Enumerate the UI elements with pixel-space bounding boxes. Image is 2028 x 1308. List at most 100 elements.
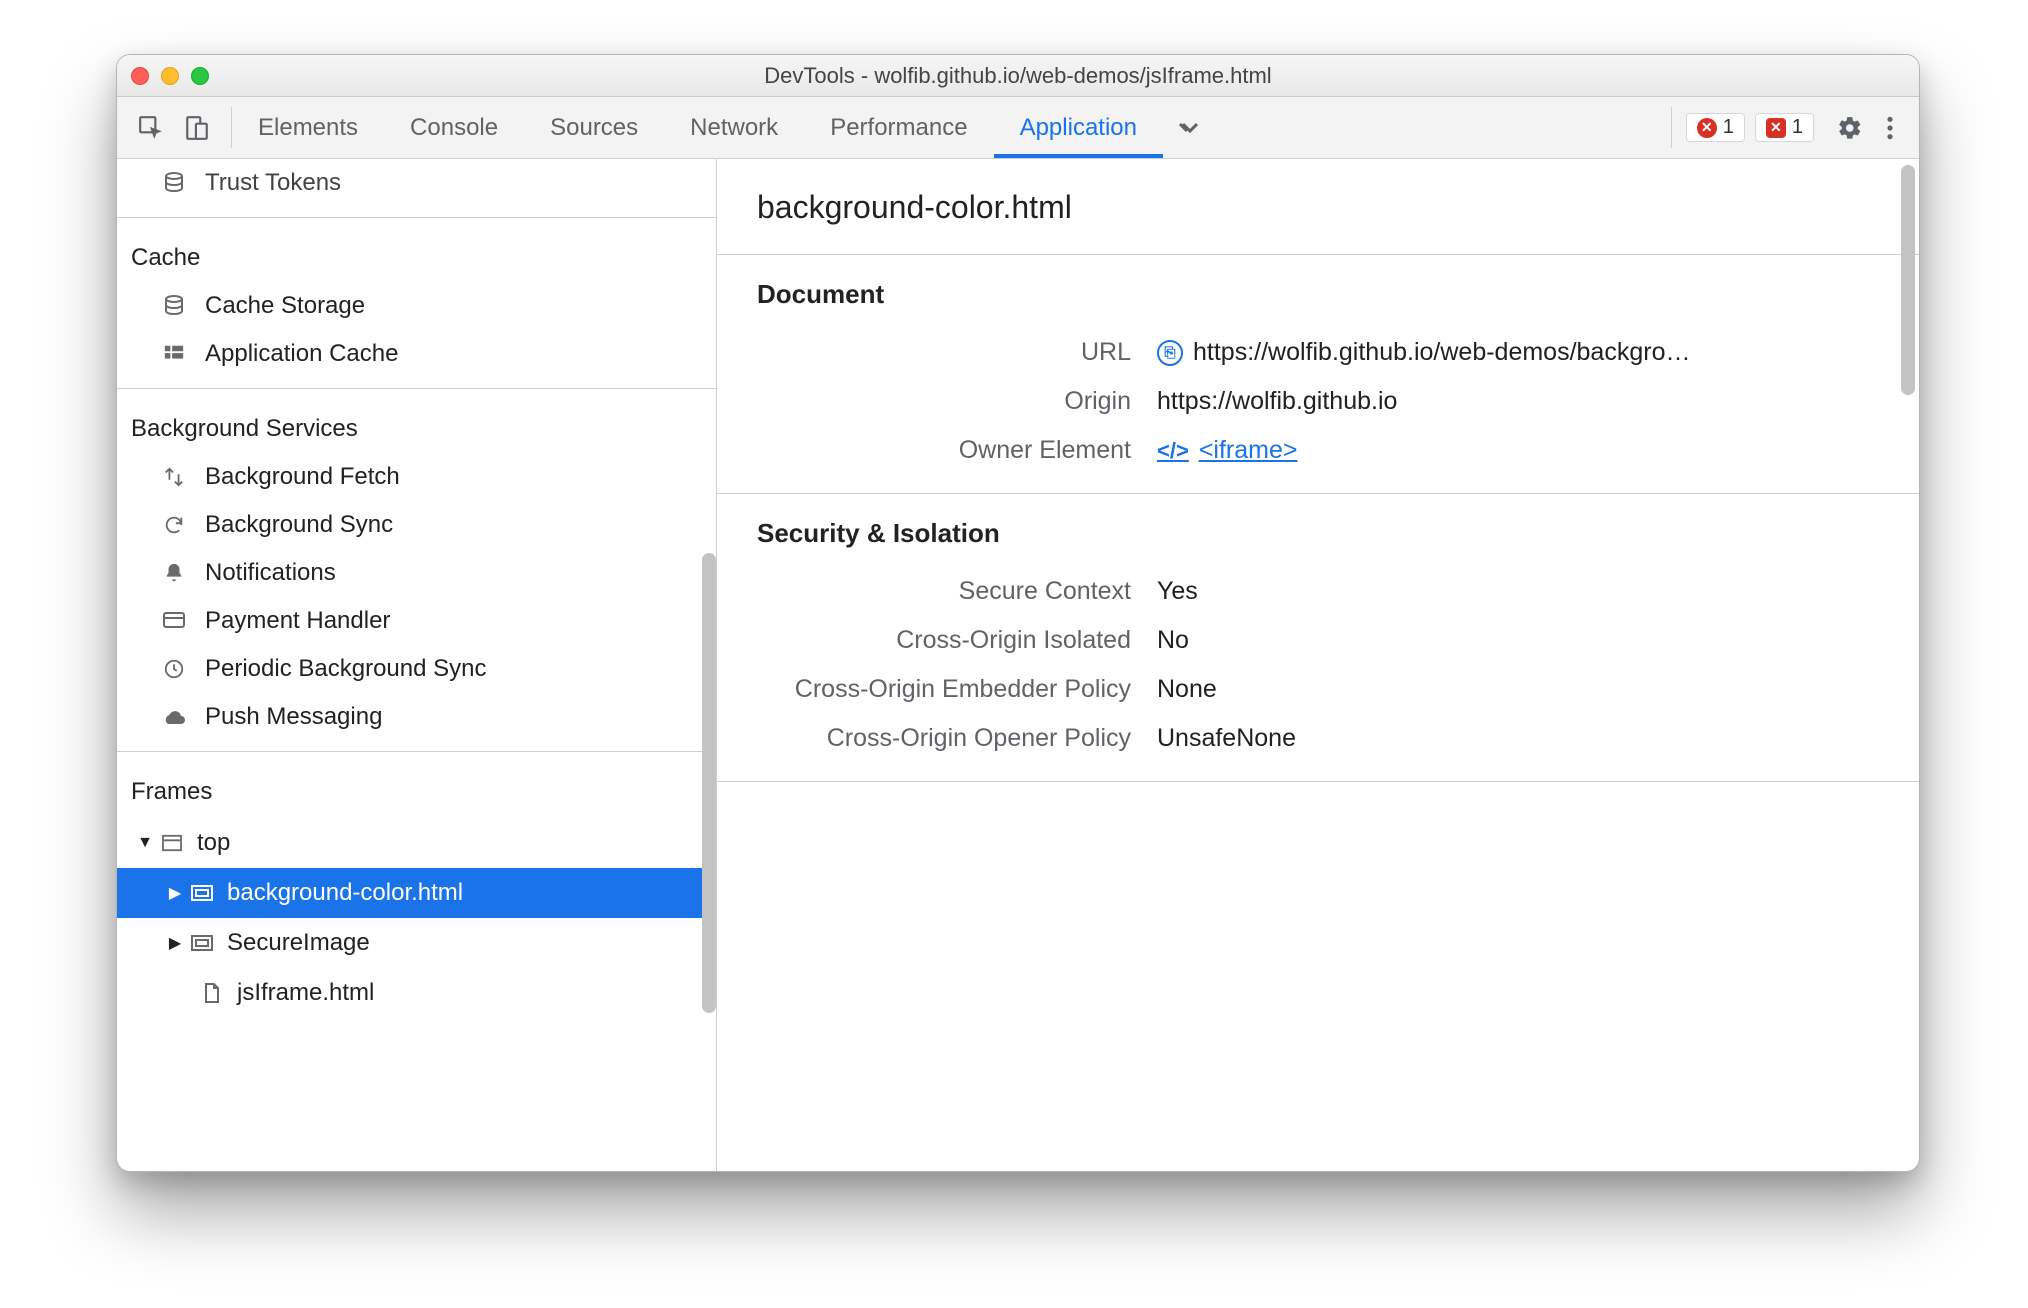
database-icon — [157, 171, 191, 195]
link-pill-icon[interactable]: ⎘ — [1157, 340, 1183, 366]
sidebar-item-trust-tokens[interactable]: Trust Tokens — [117, 159, 716, 207]
row-coop: Cross-Origin Opener Policy UnsafeNone — [717, 714, 1919, 763]
frame-tree-background-color[interactable]: ▶ background-color.html — [117, 868, 716, 918]
frames-tree: ▼ top ▶ background-colo — [117, 816, 716, 1018]
label-coop: Cross-Origin Opener Policy — [717, 724, 1157, 753]
row-owner-element: Owner Element </> <iframe> — [717, 426, 1919, 475]
row-secure-context: Secure Context Yes — [717, 567, 1919, 616]
sidebar-item-label: Payment Handler — [205, 607, 390, 635]
label-url: URL — [717, 338, 1157, 367]
device-toggle-icon[interactable] — [183, 114, 211, 142]
section-document: Document — [717, 255, 1919, 328]
titlebar: DevTools - wolfib.github.io/web-demos/js… — [117, 55, 1919, 97]
sidebar-item-label: Trust Tokens — [205, 169, 341, 197]
file-icon — [197, 982, 227, 1004]
embed-icon — [187, 884, 217, 902]
devtools-window: DevTools - wolfib.github.io/web-demos/js… — [116, 54, 1920, 1172]
close-window-icon[interactable] — [131, 67, 149, 85]
clock-icon — [157, 658, 191, 680]
error-count: 1 — [1723, 116, 1734, 139]
label-secure-context: Secure Context — [717, 577, 1157, 606]
fetch-icon — [157, 466, 191, 488]
label-cross-origin-isolated: Cross-Origin Isolated — [717, 626, 1157, 655]
frame-label: jsIframe.html — [237, 979, 374, 1007]
issue-count-badge[interactable]: ✕ 1 — [1755, 113, 1814, 142]
frame-details-title: background-color.html — [717, 159, 1919, 254]
row-coep: Cross-Origin Embedder Policy None — [717, 665, 1919, 714]
error-icon: ✕ — [1697, 118, 1717, 138]
label-owner-element: Owner Element — [717, 436, 1157, 465]
sidebar-section-cache: Cache — [117, 228, 716, 282]
window-title: DevTools - wolfib.github.io/web-demos/js… — [117, 63, 1919, 89]
sidebar-item-label: Application Cache — [205, 340, 398, 368]
row-url: URL ⎘ https://wolfib.github.io/web-demos… — [717, 328, 1919, 377]
grid-icon — [157, 343, 191, 365]
tab-elements[interactable]: Elements — [232, 97, 384, 158]
sidebar-item-label: Notifications — [205, 559, 336, 587]
frame-tree-jsiframe[interactable]: jsIframe.html — [117, 968, 716, 1018]
frame-tree-secure-image[interactable]: ▶ SecureImage — [117, 918, 716, 968]
tab-network[interactable]: Network — [664, 97, 804, 158]
zoom-window-icon[interactable] — [191, 67, 209, 85]
sidebar-item-label: Push Messaging — [205, 703, 382, 731]
value-url: ⎘ https://wolfib.github.io/web-demos/bac… — [1157, 338, 1919, 367]
sidebar-item-label: Background Sync — [205, 511, 393, 539]
frame-label: background-color.html — [227, 879, 463, 907]
kebab-menu-icon[interactable] — [1875, 113, 1905, 143]
sidebar-scrollbar[interactable] — [702, 553, 716, 1013]
window-icon — [157, 834, 187, 852]
row-cross-origin-isolated: Cross-Origin Isolated No — [717, 616, 1919, 665]
value-owner-element[interactable]: </> <iframe> — [1157, 436, 1919, 465]
sidebar-item-payment-handler[interactable]: Payment Handler — [117, 597, 716, 645]
frame-label: top — [197, 829, 230, 857]
credit-card-icon — [157, 611, 191, 631]
chevron-down-icon: ▼ — [137, 834, 153, 852]
sidebar-item-label: Background Fetch — [205, 463, 400, 491]
application-sidebar: Trust Tokens Cache Cache Storage — [117, 159, 717, 1171]
issue-icon: ✕ — [1766, 118, 1786, 138]
sidebar-item-notifications[interactable]: Notifications — [117, 549, 716, 597]
chevron-right-icon: ▶ — [167, 933, 183, 953]
sidebar-item-cache-storage[interactable]: Cache Storage — [117, 282, 716, 330]
value-secure-context: Yes — [1157, 577, 1919, 606]
label-origin: Origin — [717, 387, 1157, 416]
value-origin: https://wolfib.github.io — [1157, 387, 1919, 416]
sidebar-item-application-cache[interactable]: Application Cache — [117, 330, 716, 378]
sync-icon — [157, 514, 191, 536]
toolbar: Elements Console Sources Network Perform… — [117, 97, 1919, 159]
row-origin: Origin https://wolfib.github.io — [717, 377, 1919, 426]
issue-count: 1 — [1792, 116, 1803, 139]
value-coop: UnsafeNone — [1157, 724, 1919, 753]
error-count-badge[interactable]: ✕ 1 — [1686, 113, 1745, 142]
section-security-isolation: Security & Isolation — [717, 494, 1919, 567]
sidebar-item-background-sync[interactable]: Background Sync — [117, 501, 716, 549]
tabs-overflow-icon[interactable] — [1163, 97, 1215, 158]
window-controls — [131, 55, 209, 96]
inspect-element-icon[interactable] — [137, 114, 165, 142]
database-icon — [157, 294, 191, 318]
embed-icon — [187, 934, 217, 952]
sidebar-item-label: Cache Storage — [205, 292, 365, 320]
value-cross-origin-isolated: No — [1157, 626, 1919, 655]
label-coep: Cross-Origin Embedder Policy — [717, 675, 1157, 704]
sidebar-item-periodic-background-sync[interactable]: Periodic Background Sync — [117, 645, 716, 693]
bell-icon — [157, 562, 191, 584]
sidebar-item-label: Periodic Background Sync — [205, 655, 486, 683]
frame-details-panel: background-color.html Document URL ⎘ htt… — [717, 159, 1919, 1171]
tab-sources[interactable]: Sources — [524, 97, 664, 158]
details-scrollbar[interactable] — [1901, 165, 1915, 395]
sidebar-section-frames: Frames — [117, 762, 716, 816]
chevron-right-icon: ▶ — [167, 883, 183, 903]
value-coep: None — [1157, 675, 1919, 704]
sidebar-item-background-fetch[interactable]: Background Fetch — [117, 453, 716, 501]
tab-console[interactable]: Console — [384, 97, 524, 158]
tab-application[interactable]: Application — [994, 97, 1163, 158]
frame-label: SecureImage — [227, 929, 370, 957]
panel-tabs: Elements Console Sources Network Perform… — [232, 97, 1671, 158]
frame-tree-top[interactable]: ▼ top — [117, 818, 716, 868]
sidebar-item-push-messaging[interactable]: Push Messaging — [117, 693, 716, 741]
tab-performance[interactable]: Performance — [804, 97, 993, 158]
panel-body: Trust Tokens Cache Cache Storage — [117, 159, 1919, 1171]
minimize-window-icon[interactable] — [161, 67, 179, 85]
settings-icon[interactable] — [1835, 113, 1865, 143]
